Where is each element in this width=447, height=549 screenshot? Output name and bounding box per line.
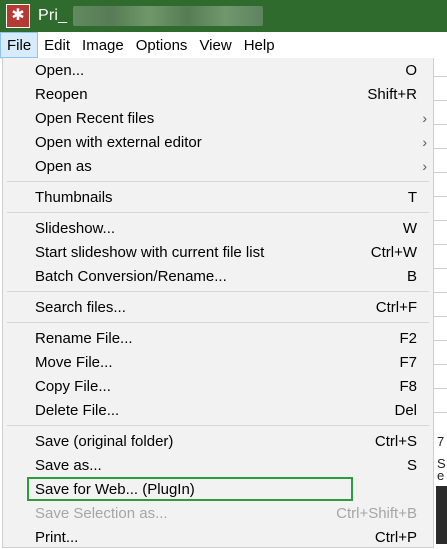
menu-item-label: Open Recent files <box>35 109 155 127</box>
menu-help-label: Help <box>243 36 275 54</box>
menu-item-label: Rename File... <box>35 329 133 347</box>
background-dark-panel <box>436 486 447 544</box>
menu-item-rename-file[interactable]: Rename File... F2 <box>3 326 433 350</box>
menu-item-open[interactable]: Open... O <box>3 58 433 82</box>
menu-item-save-selection: Save Selection as... Ctrl+Shift+B <box>3 501 433 525</box>
menu-help[interactable]: Help <box>238 32 281 58</box>
menu-item-label: Open as <box>35 157 92 175</box>
edge-divider <box>434 268 447 269</box>
menu-item-slideshow[interactable]: Slideshow... W <box>3 216 433 240</box>
menu-item-label: Open with external editor <box>35 133 202 151</box>
menu-item-save-for-web[interactable]: Save for Web... (PlugIn) <box>27 477 353 501</box>
window-title: Pri_ <box>38 7 68 24</box>
menu-item-shortcut: Ctrl+P <box>374 528 417 546</box>
menu-separator <box>7 291 429 292</box>
blurred-title-text <box>73 6 264 26</box>
menu-view[interactable]: View <box>193 32 237 58</box>
menu-item-shortcut: Shift+R <box>367 85 417 103</box>
app-icon[interactable]: ✱ <box>6 4 30 28</box>
edge-divider <box>434 148 447 149</box>
chevron-right-icon: › <box>422 110 427 126</box>
menu-options[interactable]: Options <box>130 32 194 58</box>
menu-item-open-recent[interactable]: Open Recent files › <box>3 106 433 130</box>
menu-item-label: Delete File... <box>35 401 120 419</box>
edge-text: e <box>437 468 445 483</box>
menu-item-shortcut: Ctrl+F <box>375 298 417 316</box>
star-icon: ✱ <box>11 7 25 24</box>
edge-divider <box>434 196 447 197</box>
menu-item-reopen[interactable]: Reopen Shift+R <box>3 82 433 106</box>
menu-separator <box>7 322 429 323</box>
menu-item-label: Batch Conversion/Rename... <box>35 267 227 285</box>
chevron-right-icon: › <box>422 158 427 174</box>
menu-item-label: Start slideshow with current file list <box>35 243 265 261</box>
menu-item-shortcut: W <box>402 219 417 237</box>
edge-divider <box>434 100 447 101</box>
menu-item-label: Save for Web... (PlugIn) <box>35 480 195 498</box>
menu-item-label: Open... <box>35 61 85 79</box>
menu-file[interactable]: File <box>0 32 39 58</box>
menu-bar: File Edit Image Options View Help <box>0 32 447 59</box>
menu-item-shortcut: Ctrl+W <box>370 243 417 261</box>
menu-view-label: View <box>199 36 232 54</box>
edge-divider <box>434 412 447 413</box>
menu-separator <box>7 425 429 426</box>
menu-item-label: Reopen <box>35 85 88 103</box>
menu-item-search-files[interactable]: Search files... Ctrl+F <box>3 295 433 319</box>
menu-item-label: Thumbnails <box>35 188 113 206</box>
menu-item-shortcut: Ctrl+S <box>374 432 417 450</box>
edge-divider <box>434 172 447 173</box>
menu-item-shortcut: S <box>406 456 417 474</box>
file-menu-dropdown: Open... O Reopen Shift+R Open Recent fil… <box>2 58 434 548</box>
menu-item-shortcut: F7 <box>399 353 417 371</box>
edge-divider <box>434 364 447 365</box>
edge-divider <box>434 76 447 77</box>
menu-item-print[interactable]: Print... Ctrl+P <box>3 525 433 549</box>
edge-text: 7 <box>437 434 445 449</box>
menu-item-open-external[interactable]: Open with external editor › <box>3 130 433 154</box>
menu-item-shortcut: Ctrl+Shift+B <box>336 504 417 522</box>
edge-divider <box>434 340 447 341</box>
menu-item-label: Save (original folder) <box>35 432 174 450</box>
menu-item-batch-conversion[interactable]: Batch Conversion/Rename... B <box>3 264 433 288</box>
menu-item-shortcut: F2 <box>399 329 417 347</box>
menu-separator <box>7 212 429 213</box>
edge-divider <box>434 124 447 125</box>
menu-edit-label: Edit <box>44 36 71 54</box>
menu-item-move-file[interactable]: Move File... F7 <box>3 350 433 374</box>
menu-item-label: Slideshow... <box>35 219 116 237</box>
menu-image[interactable]: Image <box>76 32 130 58</box>
menu-item-save-original[interactable]: Save (original folder) Ctrl+S <box>3 429 433 453</box>
edge-divider <box>434 292 447 293</box>
menu-item-copy-file[interactable]: Copy File... F8 <box>3 374 433 398</box>
chevron-right-icon: › <box>422 134 427 150</box>
menu-item-label: Search files... <box>35 298 126 316</box>
title-bar: ✱ Pri_ <box>0 0 447 32</box>
edge-divider <box>434 388 447 389</box>
menu-separator <box>7 181 429 182</box>
menu-item-delete-file[interactable]: Delete File... Del <box>3 398 433 422</box>
menu-item-shortcut: O <box>405 61 417 79</box>
menu-item-save-as[interactable]: Save as... S <box>3 453 433 477</box>
menu-item-label: Print... <box>35 528 79 546</box>
menu-image-label: Image <box>82 36 124 54</box>
menu-item-shortcut: T <box>407 188 417 206</box>
menu-item-shortcut: Del <box>394 401 417 419</box>
menu-item-label: Save as... <box>35 456 102 474</box>
menu-file-label: File <box>7 36 32 54</box>
edge-divider <box>434 316 447 317</box>
menu-item-open-as[interactable]: Open as › <box>3 154 433 178</box>
menu-edit[interactable]: Edit <box>38 32 76 58</box>
menu-item-label: Move File... <box>35 353 113 371</box>
menu-item-start-slideshow[interactable]: Start slideshow with current file list C… <box>3 240 433 264</box>
edge-divider <box>434 244 447 245</box>
menu-item-shortcut: B <box>406 267 417 285</box>
edge-divider <box>434 220 447 221</box>
menu-item-shortcut: F8 <box>399 377 417 395</box>
menu-options-label: Options <box>135 36 188 54</box>
menu-item-label: Copy File... <box>35 377 111 395</box>
menu-item-thumbnails[interactable]: Thumbnails T <box>3 185 433 209</box>
